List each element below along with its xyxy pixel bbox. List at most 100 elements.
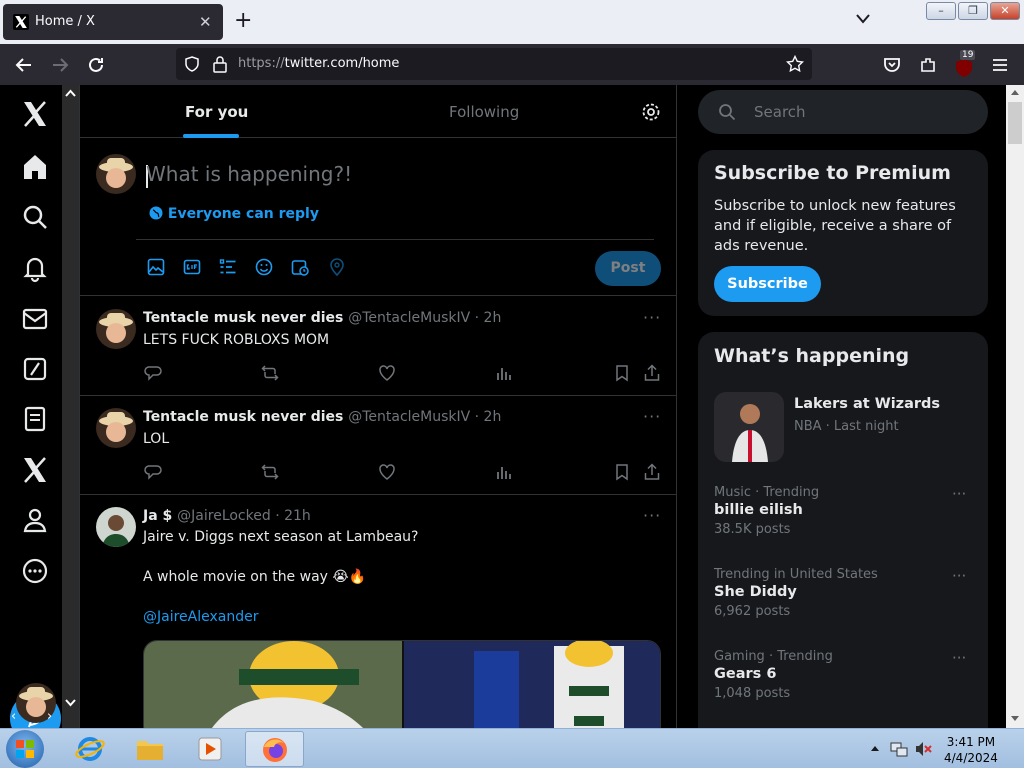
poll-icon[interactable]	[219, 258, 237, 276]
author-handle-time[interactable]: @JaireLocked · 21h	[177, 508, 311, 524]
window-restore-button[interactable]: ❐	[958, 2, 988, 20]
gear-icon[interactable]	[641, 102, 661, 122]
emoji-icon[interactable]	[255, 258, 273, 276]
system-clock[interactable]: 3:41 PM 4/4/2024	[944, 734, 998, 766]
reply-icon[interactable]	[144, 463, 162, 481]
start-button[interactable]	[6, 730, 44, 768]
tweet-author[interactable]: Tentacle musk never dies @TentacleMuskIV…	[143, 409, 501, 425]
pocket-icon[interactable]	[882, 55, 902, 75]
tweet-more-button[interactable]: ···	[643, 506, 661, 525]
x-logo-icon[interactable]	[20, 99, 50, 129]
tweet-media[interactable]	[143, 640, 661, 728]
profile-icon[interactable]	[20, 505, 50, 535]
home-icon[interactable]	[20, 152, 50, 182]
forward-arrow-icon[interactable]	[50, 55, 70, 75]
search-box[interactable]: Search	[698, 90, 988, 134]
scroll-up-icon[interactable]	[65, 89, 76, 97]
new-tab-button[interactable]: +	[234, 8, 252, 33]
author-name[interactable]: Ja $	[143, 508, 172, 524]
tweet-mention-link[interactable]: @JaireAlexander	[143, 609, 259, 625]
chevron-down-icon[interactable]	[855, 12, 871, 26]
trend-more-button[interactable]: ···	[952, 649, 966, 667]
subscribe-button[interactable]: Subscribe	[714, 266, 821, 302]
tab-close-icon[interactable]: ✕	[199, 13, 212, 31]
tweet-author[interactable]: Tentacle musk never dies @TentacleMuskIV…	[143, 310, 501, 326]
trend-name[interactable]: She Diddy	[714, 584, 974, 600]
taskbar-media-player[interactable]	[182, 731, 238, 767]
bookmark-star-icon[interactable]	[786, 55, 804, 73]
tweet-item[interactable]: Tentacle musk never dies @TentacleMuskIV…	[80, 396, 676, 495]
author-handle-time[interactable]: @TentacleMuskIV · 2h	[348, 310, 501, 326]
extensions-icon[interactable]	[918, 55, 938, 75]
bookmark-icon[interactable]	[613, 463, 631, 481]
tweet-author[interactable]: Ja $ @JaireLocked · 21h	[143, 508, 311, 524]
grok-icon[interactable]	[20, 354, 50, 384]
location-pin-icon[interactable]	[328, 258, 346, 276]
back-arrow-icon[interactable]	[14, 55, 34, 75]
tab-following[interactable]: Following	[449, 103, 519, 121]
tab-for-you[interactable]: For you	[185, 103, 248, 121]
repost-icon[interactable]	[261, 364, 279, 382]
share-icon[interactable]	[643, 463, 661, 481]
tweet-avatar[interactable]	[96, 507, 136, 547]
lists-icon[interactable]	[20, 404, 50, 434]
author-name[interactable]: Tentacle musk never dies	[143, 409, 343, 425]
repost-icon[interactable]	[261, 463, 279, 481]
window-minimize-button[interactable]: –	[926, 2, 956, 20]
tweet-avatar[interactable]	[96, 408, 136, 448]
reply-setting-button[interactable]: Everyone can reply	[149, 206, 319, 222]
post-button[interactable]: Post	[595, 251, 661, 286]
trend-name[interactable]: Gears 6	[714, 666, 974, 682]
scroll-down-icon[interactable]	[65, 699, 76, 707]
tweet-more-button[interactable]: ···	[643, 407, 661, 426]
window-close-button[interactable]: ✕	[990, 2, 1020, 20]
browser-tab[interactable]: Home / X ✕	[3, 4, 223, 40]
ublock-extension[interactable]: 19	[954, 50, 976, 77]
featured-event-image[interactable]	[714, 392, 784, 462]
tray-expand-icon[interactable]	[870, 744, 880, 752]
premium-x-icon[interactable]	[20, 455, 50, 485]
bell-icon[interactable]	[20, 253, 50, 283]
trend-more-button[interactable]: ···	[952, 485, 966, 503]
author-name[interactable]: Tentacle musk never dies	[143, 310, 343, 326]
trend-more-button[interactable]: ···	[952, 567, 966, 585]
hamburger-menu-icon[interactable]	[990, 55, 1010, 75]
taskbar-explorer[interactable]	[122, 731, 178, 767]
like-icon[interactable]	[378, 364, 396, 382]
page-scrollbar[interactable]	[1006, 85, 1024, 728]
schedule-icon[interactable]	[291, 258, 309, 276]
views-icon[interactable]	[495, 364, 513, 382]
trend-name[interactable]: billie eilish	[714, 502, 974, 518]
address-bar[interactable]: https://twitter.com/home	[176, 48, 812, 80]
trend-item[interactable]: Trending in United States She Diddy 6,96…	[714, 567, 974, 619]
trend-item[interactable]: Music · Trending billie eilish 38.5K pos…	[714, 485, 974, 537]
gif-icon[interactable]	[183, 258, 201, 276]
trend-item[interactable]: Gaming · Trending Gears 6 1,048 posts ··…	[714, 649, 974, 701]
composer-avatar[interactable]	[96, 154, 136, 194]
composer-input[interactable]: What is happening?!	[146, 162, 352, 186]
bookmark-icon[interactable]	[613, 364, 631, 382]
mail-icon[interactable]	[20, 304, 50, 334]
sidebar-scroll-left-icon[interactable]: ‹	[11, 709, 16, 724]
reply-icon[interactable]	[144, 364, 162, 382]
taskbar-ie[interactable]	[62, 731, 118, 767]
scrollbar-thumb[interactable]	[1008, 102, 1022, 144]
scroll-down-icon[interactable]	[1010, 715, 1020, 722]
tweet-avatar[interactable]	[96, 309, 136, 349]
lock-icon[interactable]	[212, 55, 228, 73]
shield-icon[interactable]	[184, 56, 200, 72]
taskbar-firefox[interactable]	[245, 731, 304, 767]
tweet-more-button[interactable]: ···	[643, 308, 661, 327]
scroll-up-icon[interactable]	[1010, 89, 1020, 96]
image-icon[interactable]	[147, 258, 165, 276]
featured-event-name[interactable]: Lakers at Wizards	[794, 396, 940, 412]
sidebar-scroll-right-icon[interactable]: ›	[47, 709, 52, 724]
search-input[interactable]: Search	[754, 103, 806, 121]
network-icon[interactable]	[890, 740, 908, 758]
author-handle-time[interactable]: @TentacleMuskIV · 2h	[348, 409, 501, 425]
sidebar-scrollbar[interactable]	[62, 85, 79, 728]
share-icon[interactable]	[643, 364, 661, 382]
volume-muted-icon[interactable]	[914, 740, 932, 758]
reload-icon[interactable]	[86, 55, 106, 75]
tweet-item[interactable]: Tentacle musk never dies @TentacleMuskIV…	[80, 297, 676, 396]
